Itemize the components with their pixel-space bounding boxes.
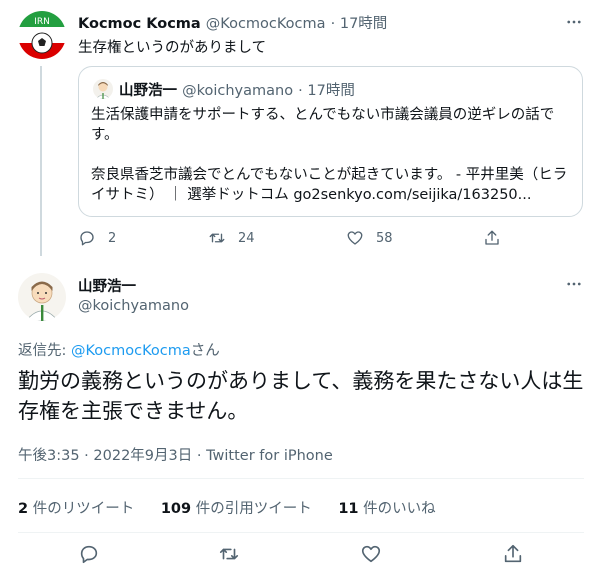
quote-text: 生活保護申請をサポートする、とんでもない市議会議員の逆ギレの話です。 奈良県香芝… (91, 105, 579, 205)
share-button[interactable] (483, 229, 513, 247)
like-button[interactable] (360, 543, 394, 565)
heart-icon (347, 231, 363, 245)
likes-stat[interactable]: 11 件のいいね (338, 501, 435, 517)
display-name[interactable]: 山野浩一 (78, 275, 136, 296)
tweet2-actions (18, 543, 584, 567)
reply-target-link[interactable]: @KocmocKocma (71, 343, 191, 359)
reply-context: 返信先: @KocmocKocmaさん (18, 339, 220, 360)
divider (18, 532, 584, 533)
more-options-icon[interactable] (563, 11, 585, 33)
quote-paragraph: 奈良県香芝市議会でとんでもないことが起きています。 - 平井里美（ヒライサトミ）… (91, 167, 568, 203)
tweet-timestamp[interactable]: 午後3:35 · 2022年9月3日 · Twitter for iPhone (18, 444, 333, 465)
reply-icon (80, 545, 98, 564)
quotes-count: 109 (160, 501, 192, 517)
reply-icon (80, 231, 94, 246)
tweet-time[interactable]: · 17時間 (331, 16, 388, 32)
heart-icon (361, 545, 381, 563)
display-name[interactable]: Kocmoc Kocma (78, 16, 201, 32)
tweet-text: 勤労の義務というのがありまして、義務を果たさない人は生存権を主張できません。 (18, 369, 584, 423)
reply-suffix: さん (190, 343, 220, 359)
likes-label: 件のいいね (363, 501, 436, 517)
tweet1-actions: 2 24 58 (78, 229, 508, 251)
retweets-count: 2 (18, 501, 29, 517)
koichyamano-avatar-image (18, 273, 66, 321)
share-icon (504, 544, 522, 563)
handle[interactable]: @KocmocKocma (206, 16, 326, 32)
divider (18, 478, 584, 479)
quote-avatar (93, 79, 113, 99)
engagement-stats: 2 件のリツイート 109 件の引用ツイート 11 件のいいね (18, 497, 458, 518)
retweet-button[interactable]: 24 (208, 229, 255, 247)
quote-header: 山野浩一 @koichyamano · 17時間 (119, 79, 355, 100)
share-button[interactable] (502, 543, 536, 565)
quote-display-name: 山野浩一 (119, 83, 177, 99)
tweet1-header: Kocmoc Kocma @KocmocKocma · 17時間 (78, 12, 387, 33)
avatar[interactable]: IRN (18, 11, 66, 59)
retweet-button[interactable] (218, 543, 252, 565)
share-icon (485, 230, 499, 245)
svg-text:IRN: IRN (34, 17, 50, 27)
retweets-stat[interactable]: 2 件のリツイート (18, 501, 134, 517)
quoted-tweet-card[interactable]: 山野浩一 @koichyamano · 17時間 生活保護申請をサポートする、と… (78, 66, 583, 217)
quote-paragraph: 生活保護申請をサポートする、とんでもない市議会議員の逆ギレの話です。 (91, 107, 555, 143)
tweet-text: 生存権というのがありまして (78, 40, 267, 56)
reply-button[interactable]: 2 (78, 229, 116, 247)
kocmoc-avatar-image: IRN (18, 11, 66, 59)
more-options-icon[interactable] (563, 273, 585, 295)
thread-line (40, 66, 42, 256)
quotes-stat[interactable]: 109 件の引用ツイート (161, 501, 312, 517)
reply-prefix: 返信先: (18, 343, 71, 359)
quotes-label: 件の引用ツイート (195, 501, 312, 517)
retweet-icon (209, 233, 225, 243)
avatar[interactable] (18, 273, 66, 321)
like-button[interactable]: 58 (346, 229, 393, 247)
reply-count: 2 (108, 230, 117, 246)
handle[interactable]: @koichyamano (78, 298, 189, 314)
retweet-count: 24 (238, 230, 255, 246)
reply-button[interactable] (78, 543, 112, 565)
likes-count: 11 (338, 501, 359, 517)
quote-time: · 17時間 (298, 83, 355, 99)
retweet-icon (219, 548, 239, 560)
quote-handle: @koichyamano (182, 83, 294, 99)
like-count: 58 (376, 230, 393, 246)
retweets-label: 件のリツイート (32, 501, 135, 517)
